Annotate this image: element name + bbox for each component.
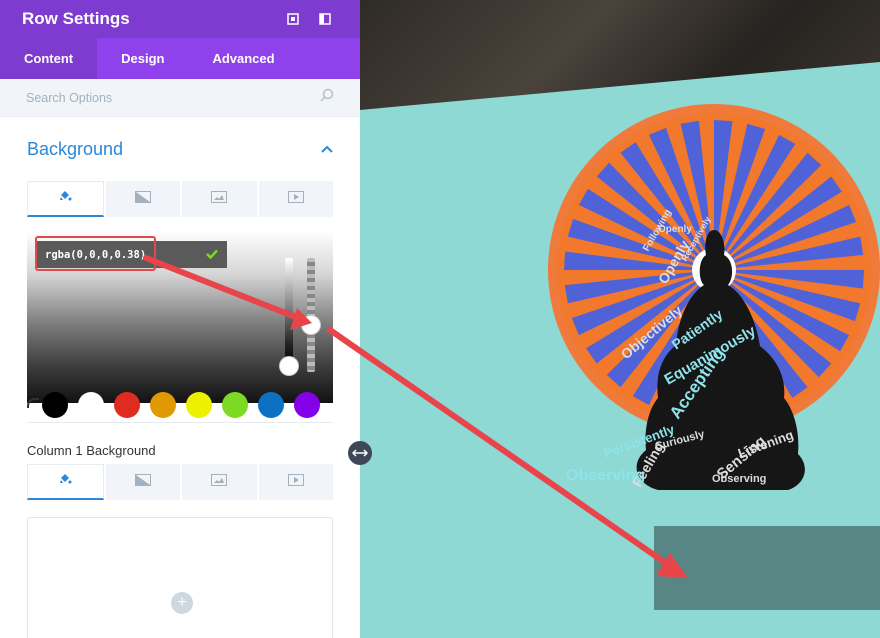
column-color-dropzone[interactable]: +: [27, 517, 333, 638]
background-section-header[interactable]: Background: [0, 117, 360, 181]
tab-design[interactable]: Design: [97, 38, 188, 79]
expand-icon[interactable]: [280, 6, 306, 32]
lightness-slider[interactable]: [285, 258, 293, 366]
image-icon: [211, 190, 228, 208]
search-icon[interactable]: [320, 88, 334, 107]
background-type-tabs: [27, 181, 333, 217]
divider: [27, 422, 333, 423]
confirm-color-button[interactable]: [197, 241, 227, 268]
color-swatch[interactable]: [114, 392, 140, 418]
checkmark-icon: [206, 246, 218, 264]
image-icon: [211, 473, 228, 491]
horizontal-resize-icon[interactable]: [348, 441, 372, 465]
opacity-slider[interactable]: [307, 258, 315, 372]
gradient-icon: [134, 190, 151, 208]
column-background-type-tabs: [27, 464, 333, 500]
row-overlay-preview: [654, 526, 880, 610]
search-options[interactable]: Search Options: [0, 79, 360, 117]
tab-column-background-color[interactable]: [27, 464, 104, 500]
color-swatches: [27, 390, 333, 420]
video-icon: [287, 473, 304, 491]
color-swatch[interactable]: [150, 392, 176, 418]
row-settings-panel: Row Settings Content Design Advanced Sea…: [0, 0, 360, 638]
video-icon: [287, 190, 304, 208]
column-background-label: Column 1 Background: [27, 443, 156, 458]
chevron-up-icon[interactable]: [321, 140, 333, 158]
color-swatch[interactable]: [78, 392, 104, 418]
panel-titlebar: Row Settings: [0, 0, 360, 38]
tab-background-video[interactable]: [258, 181, 333, 217]
plus-icon[interactable]: +: [171, 592, 193, 614]
meditation-mandala-image: OpenlyFollowingOpenlyReceptivelyObjectiv…: [548, 104, 880, 490]
color-swatch[interactable]: [186, 392, 212, 418]
color-swatch[interactable]: [222, 392, 248, 418]
settings-tabs: Content Design Advanced: [0, 38, 360, 79]
lightness-slider-handle[interactable]: [280, 357, 298, 375]
color-swatch[interactable]: [42, 392, 68, 418]
annotation-highlight: [35, 236, 156, 271]
search-input[interactable]: Search Options: [26, 91, 320, 105]
tab-column-background-gradient[interactable]: [105, 464, 180, 500]
tab-column-background-image[interactable]: [182, 464, 257, 500]
section-title: Background: [27, 138, 124, 159]
tab-advanced[interactable]: Advanced: [188, 38, 298, 79]
paint-bucket-icon: [58, 472, 72, 491]
tab-column-background-video[interactable]: [258, 464, 333, 500]
tab-background-image[interactable]: [182, 181, 257, 217]
paint-bucket-icon: [58, 189, 72, 208]
tab-background-color[interactable]: [27, 181, 104, 217]
color-swatch[interactable]: [294, 392, 320, 418]
tab-background-gradient[interactable]: [105, 181, 180, 217]
color-swatch[interactable]: [258, 392, 284, 418]
page-preview: Openly Following Openly Receptively Objectiv…: [360, 0, 880, 638]
gradient-icon: [134, 473, 151, 491]
opacity-slider-handle[interactable]: [302, 316, 320, 334]
sidebar-toggle-icon[interactable]: [312, 6, 338, 32]
panel-title: Row Settings: [22, 9, 130, 28]
mandala-word: Observing: [712, 473, 766, 485]
tab-content[interactable]: Content: [0, 38, 98, 79]
mandala-word: Observing: [566, 467, 645, 484]
